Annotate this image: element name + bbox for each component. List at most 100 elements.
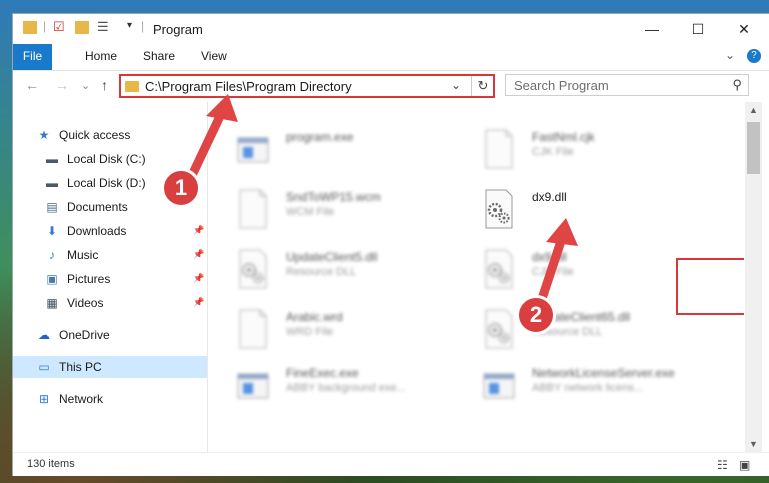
file-item[interactable]: FineExec.exe ABBY background exe... [236, 360, 476, 410]
help-icon[interactable]: ? [747, 49, 761, 63]
file-name: Arabic.wrd [286, 310, 343, 324]
file-item[interactable]: dx9.dll CJK File [482, 244, 722, 294]
file-name: SndToWP15.wcm [286, 190, 381, 204]
file-item[interactable]: Arabic.wrd WRD File [236, 304, 476, 354]
pin-icon[interactable]: 📌 [193, 273, 204, 284]
network-icon: ⊞ [38, 392, 50, 406]
music-icon: ♪ [49, 248, 55, 262]
sidebar-item-pictures[interactable]: ▣ Pictures 📌 [13, 268, 207, 290]
folder-icon [23, 21, 37, 34]
vertical-scrollbar[interactable]: ▲ ▼ [745, 102, 762, 452]
ribbon-tabs: File Home Share View ⌄ ? [13, 44, 769, 94]
pin-icon[interactable]: 📌 [193, 249, 204, 260]
executable-icon [482, 364, 516, 406]
file-type: CJK File [532, 266, 574, 278]
file-type: CJK File [532, 146, 574, 158]
file-item[interactable]: FastNml.cjk CJK File [482, 124, 722, 174]
folder-icon [125, 81, 139, 92]
sidebar-item-label: OneDrive [59, 328, 110, 342]
search-placeholder: Search Program [514, 78, 609, 93]
sidebar-item-label: Music [67, 248, 99, 262]
file-icon [236, 188, 270, 230]
minimize-button[interactable]: — [629, 18, 675, 40]
details-view-icon[interactable]: ☷ [717, 458, 728, 472]
close-button[interactable]: ✕ [721, 18, 767, 40]
navigation-bar: ← → ⌄ ↑ C:\Program Files\Program Directo… [13, 70, 769, 101]
step-badge-1: 1 [161, 168, 201, 208]
sidebar-item-label: Quick access [59, 128, 131, 142]
file-name: UpdateClient5.dll [286, 250, 378, 264]
file-name: dx9.dll [532, 190, 567, 204]
sidebar-item-this-pc[interactable]: ▭ This PC [13, 356, 207, 378]
new-folder-icon[interactable] [75, 21, 89, 34]
file-item[interactable]: UpdateClient5.dll Resource DLL [236, 244, 476, 294]
quick-access-icon: ★ [38, 128, 50, 142]
sidebar-item-downloads[interactable]: ⬇ Downloads 📌 [13, 220, 207, 242]
pin-icon[interactable]: 📌 [193, 225, 204, 236]
scroll-up-icon[interactable]: ▲ [745, 102, 762, 118]
downloads-icon: ⬇ [46, 224, 58, 238]
sidebar-item-local-disk-c[interactable]: ▬ Local Disk (C:) [13, 148, 207, 170]
properties-icon[interactable]: ☑ [53, 19, 65, 35]
up-button[interactable]: ↑ [101, 77, 108, 93]
sidebar-item-music[interactable]: ♪ Music 📌 [13, 244, 207, 266]
customize-icon[interactable]: ☰ [97, 19, 109, 35]
address-dropdown-icon[interactable]: ⌄ [451, 78, 461, 92]
onedrive-icon: ☁ [38, 328, 50, 342]
sidebar-item-label: Pictures [67, 272, 111, 286]
maximize-button[interactable]: ☐ [675, 18, 721, 40]
recent-locations-button[interactable]: ⌄ [81, 79, 90, 92]
executable-icon [236, 128, 270, 170]
file-item[interactable]: dx9.dll [482, 184, 722, 234]
sidebar-item-quick-access[interactable]: ★ Quick access [13, 124, 207, 146]
file-item[interactable]: program.exe [236, 124, 476, 174]
sidebar-item-network[interactable]: ⊞ Network [13, 388, 207, 410]
pin-icon[interactable]: 📌 [193, 297, 204, 308]
tab-home[interactable]: Home [75, 44, 127, 68]
file-type: Resource DLL [286, 266, 357, 278]
expand-ribbon-icon[interactable]: ⌄ [725, 48, 735, 62]
window-title: Program [153, 22, 203, 37]
back-button[interactable]: ← [25, 77, 39, 93]
search-input[interactable]: Search Program ⚲ [505, 74, 749, 96]
sidebar-item-label: Local Disk (C:) [67, 152, 146, 166]
file-item[interactable]: NetworkLicenseServer.exe ABBY network lic… [482, 360, 722, 410]
sidebar-item-label: Local Disk (D:) [67, 176, 146, 190]
search-icon[interactable]: ⚲ [732, 77, 742, 93]
dll-gear-icon [482, 308, 516, 350]
dll-gear-icon [236, 248, 270, 290]
file-item[interactable]: SndToWP15.wcm WCM File [236, 184, 476, 234]
status-bar: 130 items ☷ ▣ [13, 452, 769, 476]
sidebar-item-onedrive[interactable]: ☁ OneDrive [13, 324, 207, 346]
sidebar-item-videos[interactable]: ▦ Videos 📌 [13, 292, 207, 314]
navigation-pane: ★ Quick access ▬ Local Disk (C:) ▬ Local Disk… [13, 102, 208, 452]
refresh-button[interactable]: ↻ [471, 76, 494, 96]
sidebar-item-label: Downloads [67, 224, 127, 238]
file-name: dx9.dll [532, 250, 567, 264]
forward-button[interactable]: → [55, 77, 69, 93]
scroll-thumb[interactable] [747, 122, 760, 174]
address-path[interactable]: C:\Program Files\Program Directory [145, 79, 352, 94]
file-name: FineExec.exe [286, 366, 359, 380]
file-explorer-window: | ☑ ☰ ▾ | Program — ☐ ✕ File Home Share … [13, 14, 769, 476]
local-disk-d-icon: ▬ [46, 176, 58, 190]
sidebar-item-label: Network [59, 392, 104, 406]
file-icon [236, 308, 270, 350]
title-bar: | ☑ ☰ ▾ | Program — ☐ ✕ [13, 14, 769, 44]
sidebar-item-label: This PC [59, 360, 102, 374]
step-badge-2: 2 [516, 295, 556, 335]
file-name: program.exe [286, 130, 354, 144]
item-count: 130 items [27, 458, 75, 470]
sidebar-item-label: Documents [67, 200, 128, 214]
chevron-down-icon[interactable]: ▾ [127, 20, 132, 31]
file-name: NetworkLicenseServer.exe [532, 366, 675, 380]
tab-share[interactable]: Share [133, 44, 185, 68]
address-bar[interactable]: C:\Program Files\Program Directory ⌄ ↻ [119, 74, 495, 98]
file-type: WRD File [286, 326, 334, 338]
large-icons-view-icon[interactable]: ▣ [739, 458, 750, 472]
tab-view[interactable]: View [191, 44, 237, 68]
dll-gear-icon [482, 248, 516, 290]
scroll-down-icon[interactable]: ▼ [745, 436, 762, 452]
separator: | [141, 19, 145, 33]
file-type: ABBY network licens... [532, 382, 644, 394]
